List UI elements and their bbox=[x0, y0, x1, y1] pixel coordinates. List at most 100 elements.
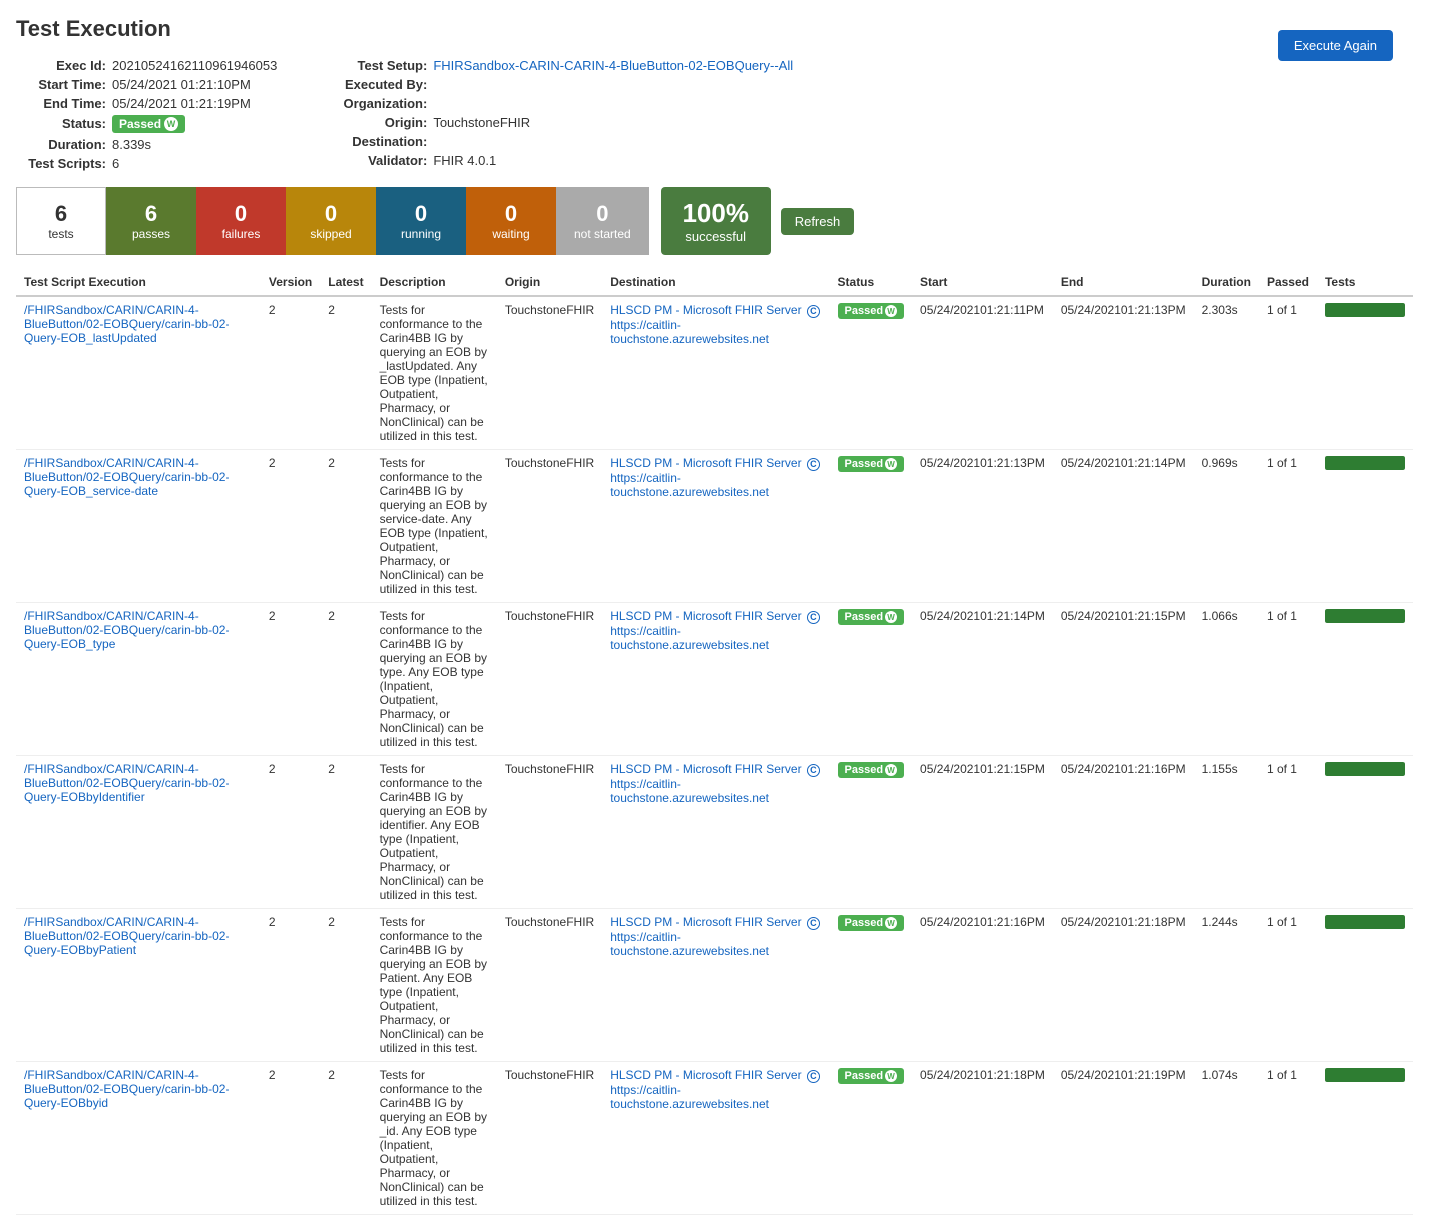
cell-destination: HLSCD PM - Microsoft FHIR Server C https… bbox=[602, 296, 829, 450]
script-link[interactable]: /FHIRSandbox/CARIN/CARIN-4-BlueButton/02… bbox=[24, 456, 229, 498]
w-sm-badge: W bbox=[885, 611, 897, 623]
stat-waiting: 0 waiting bbox=[466, 187, 556, 255]
dest-url[interactable]: https://caitlin-touchstone.azurewebsites… bbox=[610, 471, 769, 499]
cell-end: 05/24/202101:21:16PM bbox=[1053, 756, 1194, 909]
stat-notstarted: 0 not started bbox=[556, 187, 649, 255]
table-row: /FHIRSandbox/CARIN/CARIN-4-BlueButton/02… bbox=[16, 1062, 1413, 1215]
script-link[interactable]: /FHIRSandbox/CARIN/CARIN-4-BlueButton/02… bbox=[24, 1068, 229, 1110]
cell-latest: 2 bbox=[320, 756, 371, 909]
refresh-button[interactable]: Refresh bbox=[781, 208, 855, 235]
stats-bar: 6 tests 6 passes 0 failures 0 skipped 0 … bbox=[16, 187, 1413, 255]
running-num: 0 bbox=[415, 201, 427, 227]
cell-destination: HLSCD PM - Microsoft FHIR Server C https… bbox=[602, 450, 829, 603]
cell-end: 05/24/202101:21:18PM bbox=[1053, 909, 1194, 1062]
start-time-label: Start Time: bbox=[16, 77, 106, 92]
progress-bar-fill bbox=[1325, 303, 1405, 317]
cell-tests-bar bbox=[1317, 296, 1413, 450]
table-row: /FHIRSandbox/CARIN/CARIN-4-BlueButton/02… bbox=[16, 296, 1413, 450]
duration-value: 8.339s bbox=[112, 137, 151, 152]
destination-label: Destination: bbox=[337, 134, 427, 149]
dest-url[interactable]: https://caitlin-touchstone.azurewebsites… bbox=[610, 624, 769, 652]
tests-num: 6 bbox=[55, 201, 67, 227]
dest-link[interactable]: HLSCD PM - Microsoft FHIR Server bbox=[610, 609, 801, 623]
progress-bar-container bbox=[1325, 915, 1405, 929]
cell-end: 05/24/202101:21:19PM bbox=[1053, 1062, 1194, 1215]
execute-again-button[interactable]: Execute Again bbox=[1278, 30, 1393, 61]
script-link[interactable]: /FHIRSandbox/CARIN/CARIN-4-BlueButton/02… bbox=[24, 762, 229, 804]
cell-destination: HLSCD PM - Microsoft FHIR Server C https… bbox=[602, 603, 829, 756]
validator-label: Validator: bbox=[337, 153, 427, 168]
cell-status: PassedW bbox=[830, 1062, 913, 1215]
test-setup-link[interactable]: FHIRSandbox-CARIN-CARIN-4-BlueButton-02-… bbox=[433, 58, 793, 73]
stat-failures: 0 failures bbox=[196, 187, 286, 255]
passes-num: 6 bbox=[145, 201, 157, 227]
skipped-num: 0 bbox=[325, 201, 337, 227]
status-text: Passed bbox=[119, 117, 161, 131]
dest-url[interactable]: https://caitlin-touchstone.azurewebsites… bbox=[610, 318, 769, 346]
cell-tests-bar bbox=[1317, 450, 1413, 603]
end-time-value: 05/24/2021 01:21:19PM bbox=[112, 96, 251, 111]
origin-label: Origin: bbox=[337, 115, 427, 130]
cell-version: 2 bbox=[261, 909, 320, 1062]
cell-status: PassedW bbox=[830, 296, 913, 450]
col-latest: Latest bbox=[320, 269, 371, 296]
dest-url[interactable]: https://caitlin-touchstone.azurewebsites… bbox=[610, 1083, 769, 1111]
script-link[interactable]: /FHIRSandbox/CARIN/CARIN-4-BlueButton/02… bbox=[24, 915, 229, 957]
table-header-row: Test Script Execution Version Latest Des… bbox=[16, 269, 1413, 296]
dest-url[interactable]: https://caitlin-touchstone.azurewebsites… bbox=[610, 777, 769, 805]
script-link[interactable]: /FHIRSandbox/CARIN/CARIN-4-BlueButton/02… bbox=[24, 303, 229, 345]
status-badge: Passed W bbox=[112, 115, 185, 133]
dest-url[interactable]: https://caitlin-touchstone.azurewebsites… bbox=[610, 930, 769, 958]
notstarted-label: not started bbox=[574, 227, 631, 241]
start-time-value: 05/24/2021 01:21:10PM bbox=[112, 77, 251, 92]
dest-link[interactable]: HLSCD PM - Microsoft FHIR Server bbox=[610, 762, 801, 776]
cell-tests-bar bbox=[1317, 756, 1413, 909]
cell-origin: TouchstoneFHIR bbox=[497, 603, 602, 756]
running-label: running bbox=[401, 227, 441, 241]
copyright-icon: C bbox=[807, 764, 820, 777]
cell-tests-bar bbox=[1317, 909, 1413, 1062]
cell-status: PassedW bbox=[830, 909, 913, 1062]
cell-tests-bar bbox=[1317, 1062, 1413, 1215]
success-label: successful bbox=[685, 229, 746, 244]
cell-duration: 1.244s bbox=[1194, 909, 1259, 1062]
executed-by-label: Executed By: bbox=[337, 77, 427, 92]
progress-bar-container bbox=[1325, 609, 1405, 623]
failures-label: failures bbox=[222, 227, 261, 241]
w-sm-badge: W bbox=[885, 917, 897, 929]
cell-script: /FHIRSandbox/CARIN/CARIN-4-BlueButton/02… bbox=[16, 756, 261, 909]
header-meta: Exec Id: 20210524162110961946053 Start T… bbox=[16, 58, 1413, 171]
cell-origin: TouchstoneFHIR bbox=[497, 296, 602, 450]
progress-bar-container bbox=[1325, 456, 1405, 470]
cell-passed: 1 of 1 bbox=[1259, 603, 1317, 756]
success-pct: 100% bbox=[682, 198, 749, 229]
copyright-icon: C bbox=[807, 917, 820, 930]
cell-version: 2 bbox=[261, 603, 320, 756]
tests-label: tests bbox=[48, 227, 73, 241]
passed-badge: PassedW bbox=[838, 915, 905, 931]
cell-passed: 1 of 1 bbox=[1259, 756, 1317, 909]
cell-latest: 2 bbox=[320, 296, 371, 450]
cell-start: 05/24/202101:21:11PM bbox=[912, 296, 1053, 450]
cell-passed: 1 of 1 bbox=[1259, 909, 1317, 1062]
script-link[interactable]: /FHIRSandbox/CARIN/CARIN-4-BlueButton/02… bbox=[24, 609, 229, 651]
cell-tests-bar bbox=[1317, 603, 1413, 756]
col-description: Description bbox=[372, 269, 497, 296]
copyright-icon: C bbox=[807, 305, 820, 318]
cell-latest: 2 bbox=[320, 909, 371, 1062]
organization-label: Organization: bbox=[337, 96, 427, 111]
dest-link[interactable]: HLSCD PM - Microsoft FHIR Server bbox=[610, 456, 801, 470]
dest-link[interactable]: HLSCD PM - Microsoft FHIR Server bbox=[610, 303, 801, 317]
duration-label: Duration: bbox=[16, 137, 106, 152]
cell-latest: 2 bbox=[320, 603, 371, 756]
cell-description: Tests for conformance to the Carin4BB IG… bbox=[372, 909, 497, 1062]
dest-link[interactable]: HLSCD PM - Microsoft FHIR Server bbox=[610, 1068, 801, 1082]
dest-link[interactable]: HLSCD PM - Microsoft FHIR Server bbox=[610, 915, 801, 929]
progress-bar-fill bbox=[1325, 456, 1405, 470]
passed-badge: PassedW bbox=[838, 762, 905, 778]
cell-destination: HLSCD PM - Microsoft FHIR Server C https… bbox=[602, 1062, 829, 1215]
progress-bar-fill bbox=[1325, 1068, 1405, 1082]
stat-running: 0 running bbox=[376, 187, 466, 255]
cell-latest: 2 bbox=[320, 1062, 371, 1215]
cell-script: /FHIRSandbox/CARIN/CARIN-4-BlueButton/02… bbox=[16, 603, 261, 756]
